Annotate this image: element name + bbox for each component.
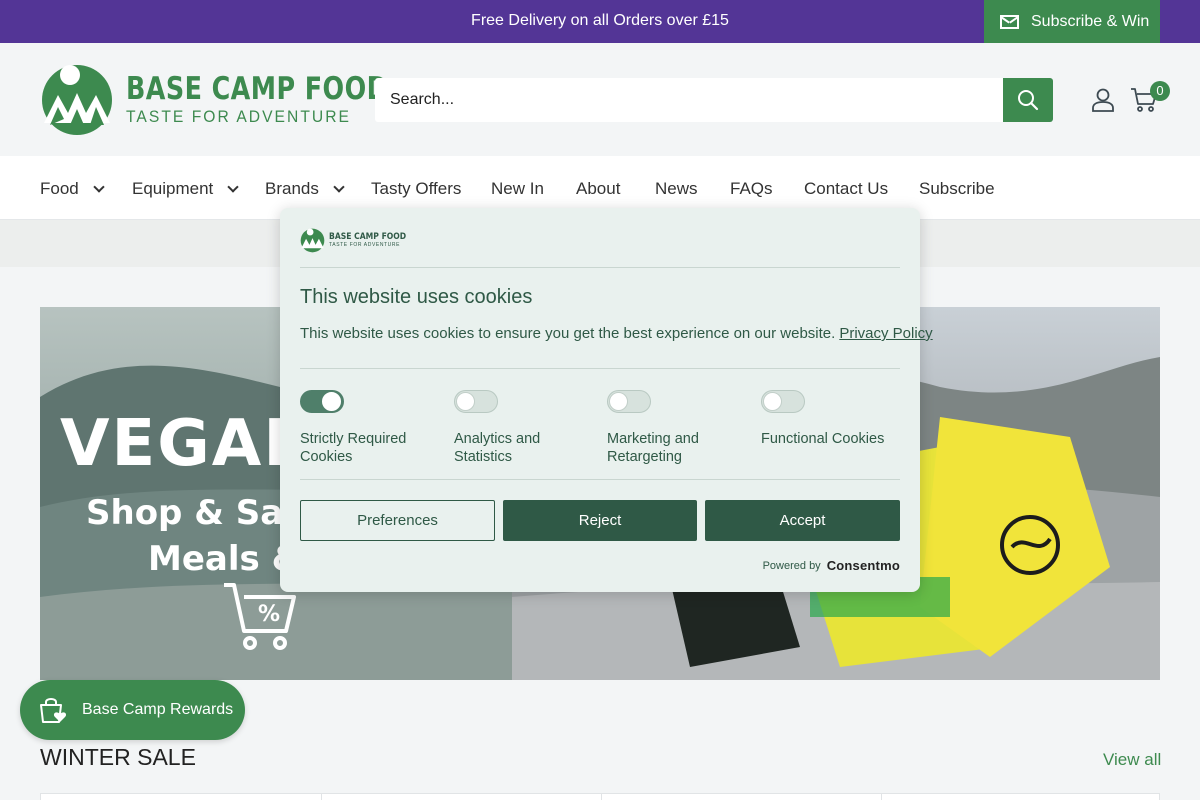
- nav-item-news[interactable]: News: [655, 179, 698, 199]
- nav-item-contact-us[interactable]: Contact Us: [804, 179, 888, 199]
- toggle-label: Analytics and Statistics: [454, 431, 541, 465]
- nav-item-label: Contact Us: [804, 179, 889, 198]
- account-icon[interactable]: [1092, 88, 1114, 112]
- nav-item-label: Food: [40, 179, 79, 198]
- preferences-button[interactable]: Preferences: [300, 500, 495, 541]
- functional-toggle[interactable]: [761, 390, 805, 413]
- card-divider: [601, 794, 602, 800]
- cookie-logo: BASE CAMP FOOD TASTE FOR ADVENTURE: [300, 228, 420, 253]
- nav-item-label: New In: [491, 179, 544, 198]
- cookie-consent-dialog: BASE CAMP FOOD TASTE FOR ADVENTURE This …: [280, 208, 933, 592]
- section-title: WINTER SALE: [40, 744, 196, 770]
- nav-item-new-in[interactable]: New In: [491, 179, 544, 199]
- accept-button[interactable]: Accept: [705, 500, 900, 541]
- subscribe-win-label: Subscribe & Win: [1031, 12, 1150, 30]
- subscribe-win-button[interactable]: Subscribe & Win: [984, 0, 1160, 43]
- nav-item-faqs[interactable]: FAQs: [730, 179, 773, 199]
- analytics-toggle[interactable]: [454, 390, 498, 413]
- mountain-logo-icon: [300, 228, 325, 253]
- divider: [300, 479, 900, 480]
- search-icon: [1018, 90, 1039, 111]
- product-cards-row: [40, 793, 1160, 800]
- chevron-down-icon: [93, 181, 105, 193]
- rewards-label: Base Camp Rewards: [82, 701, 234, 718]
- card-divider: [321, 794, 322, 800]
- chevron-down-icon: [227, 181, 239, 193]
- cookie-logo-tagline: TASTE FOR ADVENTURE: [329, 241, 401, 248]
- chevron-down-icon: [333, 181, 345, 193]
- marketing-toggle[interactable]: [607, 390, 651, 413]
- cookie-logo-title: BASE CAMP FOOD: [329, 231, 407, 242]
- toggle-strictly-required: Strictly Required Cookies: [300, 390, 440, 466]
- cookie-title: This website uses cookies: [300, 286, 533, 308]
- nav-item-label: News: [655, 179, 698, 198]
- powered-by-label: Powered by: [762, 559, 821, 572]
- mail-icon: [1000, 14, 1019, 29]
- search-bar: [375, 78, 1053, 122]
- consentmo-logo[interactable]: Consentmo: [827, 558, 900, 573]
- toggle-knob: [609, 392, 628, 411]
- cookie-description-text: This website uses cookies to ensure you …: [300, 325, 836, 342]
- logo-title: BASE CAMP FOOD: [126, 71, 389, 107]
- nav-item-label: FAQs: [730, 179, 773, 198]
- toggle-knob: [763, 392, 782, 411]
- reject-button[interactable]: Reject: [503, 500, 697, 541]
- toggle-knob: [322, 392, 341, 411]
- svg-text:%: %: [258, 602, 280, 627]
- rewards-launcher-button[interactable]: Base Camp Rewards: [20, 680, 245, 740]
- nav-item-label: About: [576, 179, 621, 198]
- nav-item-tasty-offers[interactable]: Tasty Offers: [371, 179, 461, 199]
- toggle-knob: [456, 392, 475, 411]
- toggle-analytics: Analytics and Statistics: [454, 390, 594, 466]
- nav-item-about[interactable]: About: [576, 179, 620, 199]
- privacy-policy-link[interactable]: Privacy Policy: [839, 325, 932, 342]
- nav-item-label: Brands: [265, 179, 319, 198]
- search-button[interactable]: [1003, 78, 1053, 122]
- site-header: BASE CAMP FOOD TASTE FOR ADVENTURE 0: [0, 43, 1200, 156]
- cookie-description: This website uses cookies to ensure you …: [300, 325, 933, 342]
- nav-item-label: Equipment: [132, 179, 214, 198]
- toggle-label: Functional Cookies: [761, 431, 885, 447]
- divider: [300, 368, 900, 369]
- divider: [300, 267, 900, 268]
- toggle-label: Marketing and Retargeting: [607, 431, 699, 465]
- nav-item-label: Tasty Offers: [371, 179, 462, 198]
- card-divider: [881, 794, 882, 800]
- shopping-bag-heart-icon: [40, 698, 67, 723]
- nav-item-food[interactable]: Food: [40, 179, 105, 199]
- view-all-link[interactable]: View all: [1103, 750, 1161, 770]
- search-input[interactable]: [375, 78, 1003, 122]
- mountain-logo-icon: [42, 65, 112, 135]
- nav-item-equipment[interactable]: Equipment: [132, 179, 239, 199]
- nav-item-brands[interactable]: Brands: [265, 179, 345, 199]
- toggle-marketing: Marketing and Retargeting: [607, 390, 747, 466]
- announcement-bar: Free Delivery on all Orders over £15 Sub…: [0, 0, 1200, 43]
- strictly-required-toggle[interactable]: [300, 390, 344, 413]
- nav-item-subscribe[interactable]: Subscribe: [919, 179, 995, 199]
- nav-item-label: Subscribe: [919, 179, 995, 198]
- hero-subtitle-2: Meals &: [148, 539, 302, 579]
- powered-by: Powered by Consentmo: [763, 558, 900, 573]
- toggle-functional: Functional Cookies: [761, 390, 901, 448]
- cart-count-badge: 0: [1150, 81, 1170, 101]
- toggle-label: Strictly Required Cookies: [300, 431, 407, 465]
